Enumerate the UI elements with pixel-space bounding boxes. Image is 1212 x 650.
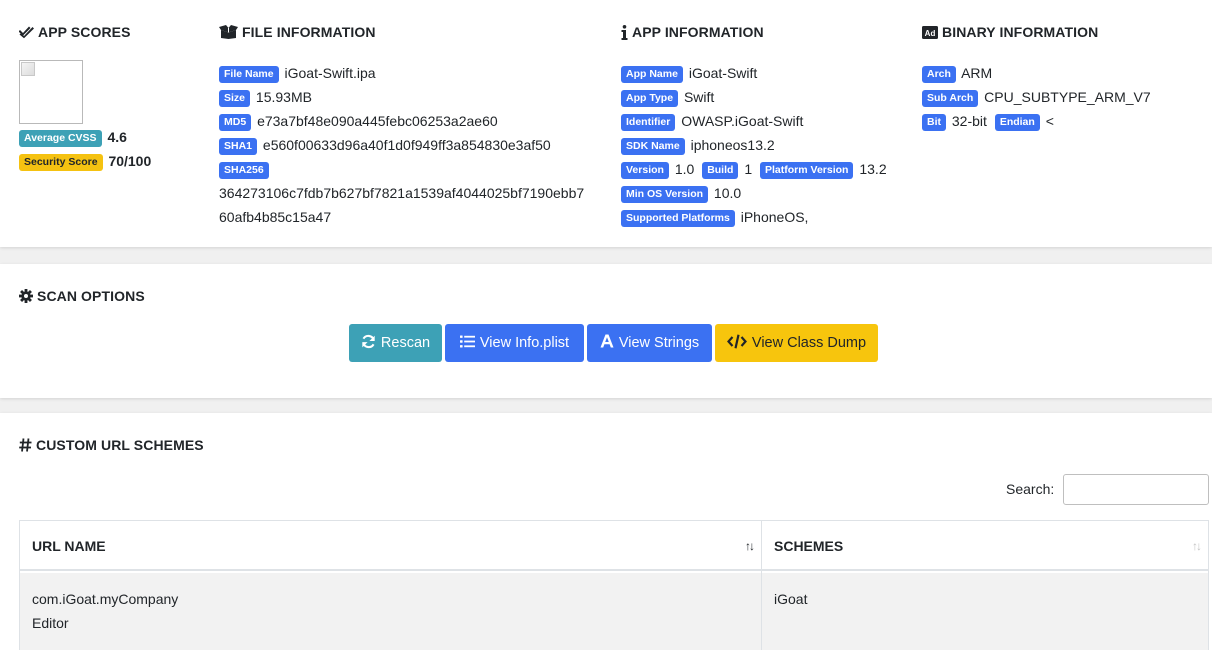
sha1-value: e560f00633d96a40f1d0f949ff3a854830e3af50 xyxy=(262,137,551,153)
column-divider xyxy=(761,521,762,650)
endian-badge: Endian xyxy=(994,114,1040,131)
sort-arrows-icon: ↑↓ xyxy=(745,539,755,553)
file-name-row: File Name iGoat-Swift.ipa xyxy=(219,61,380,85)
hashtag-icon xyxy=(19,438,32,452)
file-name-badge: File Name xyxy=(219,66,279,83)
info-icon xyxy=(621,24,628,40)
security-score-value: 70/100 xyxy=(108,153,152,169)
size-row: Size 15.93MB xyxy=(219,85,316,109)
size-badge: Size xyxy=(219,90,251,107)
file-info-title: FILE INFORMATION xyxy=(219,24,376,40)
md5-row: MD5 e73a7bf48e090a445febc06253a2ae60 xyxy=(219,109,502,133)
sync-icon xyxy=(361,334,376,353)
supported-platforms-row: Supported Platforms iPhoneOS, xyxy=(621,205,812,229)
url-schemes-table: URL NAME ↑↓ SCHEMES ↑↓ com.iGoat.myCompa… xyxy=(19,520,1209,650)
table-cell-schemes: iGoat xyxy=(762,573,1208,650)
search-label: Search: xyxy=(1006,481,1055,497)
security-score-badge: Security Score xyxy=(19,154,103,171)
sha256-value-line2: 60afb4b85c15a47 xyxy=(219,209,332,225)
sha256-row: SHA256 xyxy=(219,157,271,181)
version-value: 1.0 xyxy=(674,161,695,177)
app-name-row: App Name iGoat-Swift xyxy=(621,61,761,85)
identifier-row: Identifier OWASP.iGoat-Swift xyxy=(621,109,807,133)
sha1-row: SHA1 e560f00633d96a40f1d0f949ff3a854830e… xyxy=(219,133,555,157)
app-name-badge: App Name xyxy=(621,66,683,83)
app-type-badge: App Type xyxy=(621,90,679,107)
view-info-plist-button[interactable]: View Info.plist xyxy=(445,324,584,362)
info-card: APP SCORES Average CVSS 4.6 Security Sco… xyxy=(0,0,1212,247)
arch-badge: Arch xyxy=(922,66,956,83)
version-badge: Version xyxy=(621,162,669,179)
identifier-value: OWASP.iGoat-Swift xyxy=(681,113,804,129)
sort-arrows-icon: ↑↓ xyxy=(1192,539,1202,553)
arch-row: Arch ARM xyxy=(922,61,996,85)
build-value: 1 xyxy=(744,161,753,177)
app-type-row: App Type Swift xyxy=(621,85,718,109)
avg-cvss-row: Average CVSS 4.6 xyxy=(19,125,127,149)
md5-value: e73a7bf48e090a445febc06253a2ae60 xyxy=(257,113,498,129)
sub-arch-value: CPU_SUBTYPE_ARM_V7 xyxy=(984,89,1151,105)
broken-image-icon xyxy=(21,62,35,76)
app-type-value: Swift xyxy=(683,89,715,105)
version-row: Version 1.0 Build 1 Platform Version 13.… xyxy=(621,157,891,181)
app-info-title: APP INFORMATION xyxy=(621,24,764,40)
check-double-icon xyxy=(19,25,34,39)
bit-value: 32-bit xyxy=(951,113,987,129)
platform-version-value: 13.2 xyxy=(859,161,887,177)
sha1-badge: SHA1 xyxy=(219,138,258,155)
avg-cvss-value: 4.6 xyxy=(107,129,127,145)
size-value: 15.93MB xyxy=(255,89,312,105)
md5-badge: MD5 xyxy=(219,114,252,131)
view-class-dump-button[interactable]: View Class Dump xyxy=(715,324,878,362)
sdk-name-row: SDK Name iphoneos13.2 xyxy=(621,133,779,157)
font-icon xyxy=(600,334,614,352)
sub-arch-row: Sub Arch CPU_SUBTYPE_ARM_V7 xyxy=(922,85,1155,109)
rescan-button[interactable]: Rescan xyxy=(349,324,442,362)
table-cell-url-name: com.iGoat.myCompany Editor xyxy=(20,573,761,650)
app-icon-image xyxy=(19,60,83,124)
min-os-value: 10.0 xyxy=(713,185,742,201)
column-header-schemes[interactable]: SCHEMES ↑↓ xyxy=(762,521,1208,571)
arch-value: ARM xyxy=(961,65,993,81)
binary-info-title: Ad BINARY INFORMATION xyxy=(922,24,1098,40)
security-score-row: Security Score 70/100 xyxy=(19,149,151,173)
bit-badge: Bit xyxy=(922,114,946,131)
build-badge: Build xyxy=(702,162,739,179)
code-icon xyxy=(726,334,747,353)
min-os-badge: Min OS Version xyxy=(621,186,709,203)
supported-platforms-badge: Supported Platforms xyxy=(621,210,735,227)
file-name-value: iGoat-Swift.ipa xyxy=(284,65,376,81)
sha256-badge: SHA256 xyxy=(219,162,269,179)
view-strings-button[interactable]: View Strings xyxy=(587,324,712,362)
svg-text:Ad: Ad xyxy=(925,29,936,38)
endian-value: < xyxy=(1045,113,1054,129)
list-icon xyxy=(459,335,475,352)
min-os-row: Min OS Version 10.0 xyxy=(621,181,745,205)
app-name-value: iGoat-Swift xyxy=(688,65,758,81)
app-scores-title: APP SCORES xyxy=(19,24,131,40)
scan-options-title: SCAN OPTIONS xyxy=(19,288,145,304)
url-schemes-title: CUSTOM URL SCHEMES xyxy=(19,437,204,453)
sub-arch-badge: Sub Arch xyxy=(922,90,979,107)
ad-icon: Ad xyxy=(922,25,938,39)
avg-cvss-badge: Average CVSS xyxy=(19,130,102,147)
cog-icon xyxy=(19,289,33,303)
sdk-name-badge: SDK Name xyxy=(621,138,685,155)
box-open-icon xyxy=(219,25,238,39)
sha256-value-line1: 364273106c7fdb7b627bf7821a1539af4044025b… xyxy=(219,185,585,201)
identifier-badge: Identifier xyxy=(621,114,676,131)
platform-version-badge: Platform Version xyxy=(760,162,854,179)
column-header-url-name[interactable]: URL NAME ↑↓ xyxy=(20,521,761,571)
supported-platforms-value: iPhoneOS, xyxy=(740,209,809,225)
bit-row: Bit 32-bit Endian < xyxy=(922,109,1058,133)
sdk-name-value: iphoneos13.2 xyxy=(690,137,775,153)
search-input[interactable] xyxy=(1063,474,1209,505)
